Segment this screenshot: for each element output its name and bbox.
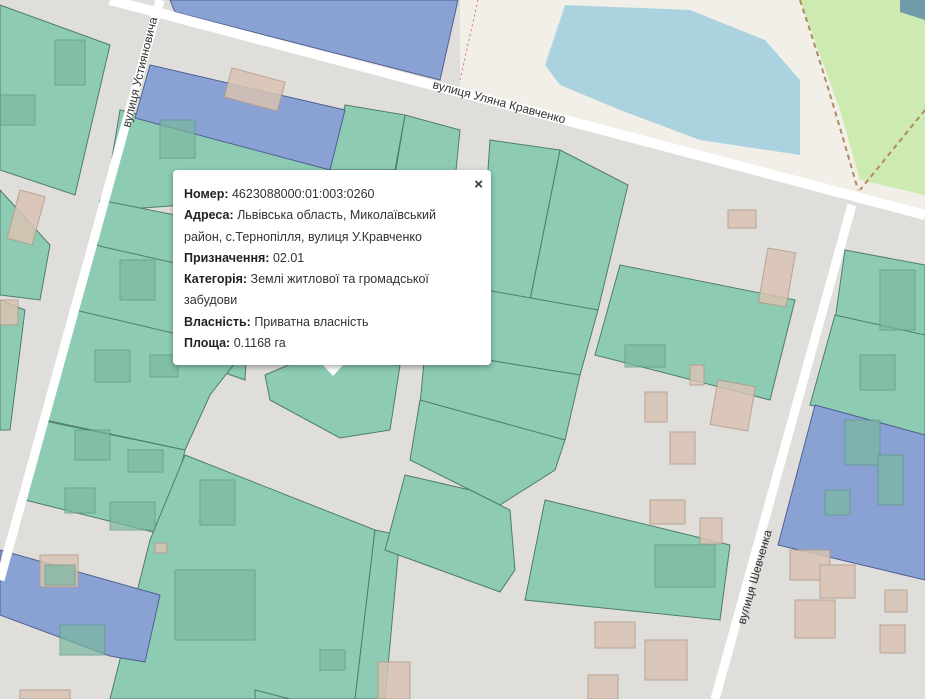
popup-row-ownership: Власність: Приватна власність: [184, 312, 471, 333]
popup-tip: [323, 365, 343, 376]
area-value: 0.1168 га: [233, 336, 286, 351]
popup-row-address: Адреса: Львівська область, Миколаївський…: [184, 205, 471, 248]
field-label: Категорія:: [184, 272, 248, 287]
close-icon[interactable]: ×: [474, 177, 483, 192]
ownership-value: Приватна власність: [254, 314, 369, 329]
parcel-info-popup: × Номер: 4623088000:01:003:0260 Адреса: …: [173, 170, 491, 365]
field-label: Номер:: [184, 187, 229, 201]
popup-row-number: Номер: 4623088000:01:003:0260: [184, 184, 471, 205]
field-label: Площа:: [184, 336, 231, 351]
field-label: Власність:: [184, 314, 251, 329]
cadastral-number: 4623088000:01:003:0260: [231, 187, 375, 201]
field-label: Призначення:: [184, 250, 270, 265]
field-label: Адреса:: [184, 208, 234, 223]
popup-row-category: Категорія: Землі житлової та громадської…: [184, 269, 471, 312]
purpose-value: 02.01: [272, 250, 305, 265]
popup-row-area: Площа: 0.1168 га: [184, 333, 471, 354]
popup-row-purpose: Призначення: 02.01: [184, 248, 471, 269]
